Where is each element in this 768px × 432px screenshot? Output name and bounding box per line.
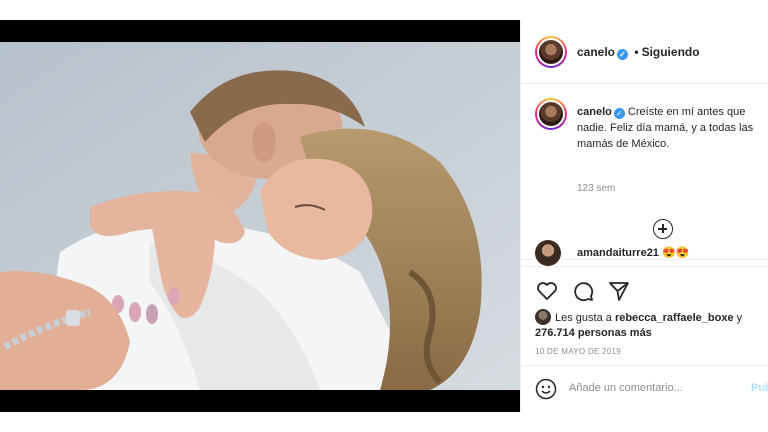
liker-avatar[interactable] — [535, 309, 551, 325]
caption-username[interactable]: canelo — [577, 106, 612, 118]
actions-section: Les gusta a rebecca_raffaele_boxe y 276.… — [521, 266, 768, 410]
caption-text-block: canelo ✓ Creíste en mí antes que nadie. F… — [577, 104, 763, 152]
post-date: 10 DE MAYO DE 2019 — [535, 347, 622, 356]
heart-icon[interactable] — [535, 279, 559, 303]
post-time[interactable]: 123 sem — [577, 183, 615, 194]
likes-conjunction: y — [736, 312, 743, 324]
comment-avatar[interactable] — [535, 240, 561, 266]
likes-count[interactable]: 276.714 personas más — [535, 327, 652, 339]
publish-button[interactable]: Pub — [751, 382, 768, 394]
comment-text: 😍😍 — [662, 247, 690, 259]
comment-text-block: amandaiturre21 😍😍 — [577, 246, 689, 259]
post-side-panel: canelo ✓ • Siguiendo canelo ✓ Creíste en mí… — [520, 20, 768, 412]
username-link[interactable]: canelo — [577, 45, 615, 59]
likes-prefix: Les gusta a — [555, 312, 612, 324]
share-icon[interactable] — [607, 279, 631, 303]
plus-circle-icon[interactable] — [653, 219, 673, 239]
header-line: canelo ✓ • Siguiendo — [577, 45, 700, 60]
comment-input[interactable]: Añade un comentario... — [569, 382, 683, 394]
verified-icon: ✓ — [613, 108, 625, 119]
emoji-icon[interactable] — [535, 378, 557, 400]
action-icons — [535, 279, 631, 303]
caption-section: canelo ✓ Creíste en mí antes que nadie. F… — [521, 84, 768, 260]
liker-username[interactable]: rebecca_raffaele_boxe — [615, 312, 734, 324]
following-button[interactable]: Siguiendo — [642, 45, 700, 59]
post-photo[interactable] — [0, 42, 520, 390]
hug-photo-illustration — [0, 42, 520, 390]
likes-summary: Les gusta a rebecca_raffaele_boxe y 276.… — [535, 309, 765, 341]
avatar[interactable] — [535, 36, 567, 68]
post-header: canelo ✓ • Siguiendo — [521, 20, 768, 84]
post-media[interactable] — [0, 20, 520, 412]
comment-row: amandaiturre21 😍😍 — [521, 240, 768, 266]
comment-username[interactable]: amandaiturre21 — [577, 247, 659, 259]
caption-avatar[interactable] — [535, 98, 567, 130]
comment-icon[interactable] — [571, 279, 595, 303]
add-comment-bar: Añade un comentario... Pub — [521, 365, 768, 413]
post-viewer: canelo ✓ • Siguiendo canelo ✓ Creíste en mí… — [0, 0, 768, 432]
separator-dot: • — [634, 45, 639, 59]
verified-icon: ✓ — [617, 49, 629, 60]
